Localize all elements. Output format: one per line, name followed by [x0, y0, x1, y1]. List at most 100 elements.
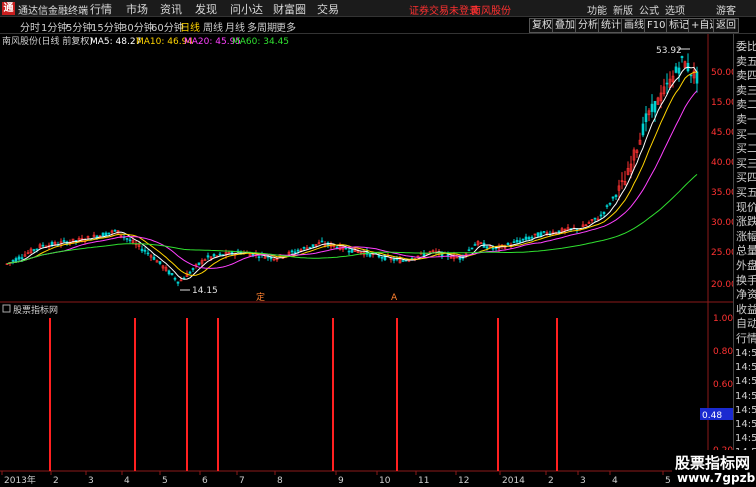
date-label: 9	[338, 476, 344, 486]
candle-body	[524, 236, 528, 240]
candle-body	[158, 261, 162, 264]
period-monthly[interactable]: 月线	[225, 19, 245, 34]
tick-time: 14:50	[735, 404, 756, 416]
quote-field-label: 现价	[736, 200, 756, 214]
quote-side-panel: 委比 卖五 卖四 卖三 卖二 卖一 买一 买二 买三 买四 买五 现价 涨跌 涨幅 总量 外盘 换手 净资 收益 自动…	[733, 34, 756, 487]
period-30min[interactable]: 30分钟	[121, 19, 154, 34]
quote-field-label: 自动	[736, 317, 756, 331]
candle-body	[350, 248, 354, 253]
candle-body	[506, 242, 510, 245]
menu-xinban[interactable]: 新版	[613, 2, 633, 17]
price-tick: 15.00	[711, 98, 733, 108]
menu-shichang[interactable]: 市场	[126, 1, 148, 17]
tick-time: 14:50	[735, 348, 756, 359]
date-label: 5	[162, 476, 168, 486]
indicator-tick: 1.00	[713, 314, 733, 324]
price-axis: 50.00 45.00 40.00 35.00 30.00 25.00 20.0…	[711, 68, 737, 290]
back-button[interactable]: 返回	[713, 18, 739, 33]
period-weekly[interactable]: 周线	[203, 19, 223, 34]
period-daily[interactable]: 日线	[180, 19, 200, 34]
quote-field-label: 换手	[736, 273, 756, 287]
candle-body	[20, 257, 24, 259]
candle-body	[50, 241, 54, 246]
ma20-line	[6, 90, 698, 269]
chart-title: 南风股份(日线 前复权)	[2, 35, 93, 47]
price-tick: 50.00	[711, 68, 733, 78]
candle-body	[467, 249, 471, 252]
date-label: 2	[53, 476, 59, 486]
menu-gongneng[interactable]: 功能	[587, 2, 607, 17]
quote-field-label: 涨幅	[736, 229, 756, 243]
candle-body	[473, 244, 477, 246]
ma5-label: MA5: 48.27	[90, 37, 141, 47]
indicator-tick: 0.60	[713, 380, 733, 390]
candle-body	[593, 217, 597, 220]
menu-gongshi[interactable]: 公式	[639, 2, 659, 17]
price-tick: 30.00	[711, 218, 733, 228]
indicator-axis: 1.00 0.80 0.60 0.40 0.20	[713, 314, 733, 456]
date-axis: 2013年 2 3 4 5 6 7 8 9 10 11 12 2014 2 3 4 5	[1, 471, 671, 486]
candle-body	[515, 239, 519, 243]
candle-body	[176, 281, 180, 284]
ma-lines-group	[6, 66, 698, 280]
candle-group	[5, 53, 699, 287]
candle-body	[218, 253, 222, 256]
tick-time: 14:50	[735, 419, 756, 430]
menu-zixun[interactable]: 资讯	[160, 1, 182, 17]
kline-chart[interactable]: 南风股份(日线 前复权) MA5: 48.27 MA10: 46.94 MA20…	[0, 34, 737, 487]
login-status[interactable]: 证券交易未登录	[409, 2, 479, 17]
candle-body	[143, 249, 147, 252]
candle-body	[32, 249, 36, 251]
indicator-title: 股票指标网	[13, 304, 58, 316]
quote-field-label: 收益	[736, 302, 756, 316]
date-label: 8	[277, 476, 283, 486]
quote-field-label: 卖四	[736, 69, 756, 83]
period-1min[interactable]: 1分钟	[41, 19, 67, 34]
menu-wenxiaoda[interactable]: 问小达	[230, 1, 263, 17]
date-label: 2	[548, 476, 554, 486]
candle-body	[605, 205, 609, 207]
quote-field-label: 买二	[736, 142, 756, 156]
period-more[interactable]: 更多	[276, 19, 296, 34]
quote-field-label: 卖一	[736, 113, 756, 126]
candle-body	[539, 232, 543, 237]
guest-label[interactable]: 游客	[716, 2, 736, 17]
period-15min[interactable]: 15分钟	[91, 19, 124, 34]
tick-time: 14:50	[735, 376, 756, 388]
candle-body	[485, 246, 489, 249]
app-logo-icon: 通	[2, 2, 15, 15]
menu-hangqing[interactable]: 行情	[90, 1, 112, 17]
candle-body	[140, 248, 144, 252]
date-label: 3	[580, 476, 586, 486]
period-60min[interactable]: 60分钟	[151, 19, 184, 34]
date-label: 12	[458, 476, 469, 486]
date-label: 2013年	[4, 474, 36, 486]
menu-faxian[interactable]: 发现	[195, 1, 217, 17]
quote-field-label: 行情	[736, 332, 756, 345]
date-label: 2014	[502, 476, 525, 486]
candle-body	[677, 67, 681, 74]
candle-body	[491, 247, 495, 250]
ma60-label: MA60: 34.45	[232, 37, 289, 47]
quote-field-label: 买一	[736, 127, 756, 141]
candle-body	[191, 268, 195, 270]
candle-body	[527, 237, 531, 240]
candle-body	[17, 256, 21, 260]
watermark-title: 股票指标网	[675, 454, 751, 472]
candle-body	[614, 194, 618, 198]
candle-body	[689, 74, 693, 77]
period-5min[interactable]: 5分钟	[66, 19, 92, 34]
menu-jiaoyi[interactable]: 交易	[317, 1, 339, 17]
menu-caifuquan[interactable]: 财富圈	[273, 1, 306, 17]
candle-body	[602, 211, 606, 215]
menu-xuanxiang[interactable]: 选项	[665, 2, 685, 17]
period-multi[interactable]: 多周期	[247, 19, 277, 34]
candle-body	[401, 260, 405, 262]
f10-button[interactable]: F10	[644, 18, 669, 33]
price-tick: 40.00	[711, 158, 733, 168]
period-fenshi[interactable]: 分时	[20, 19, 40, 34]
candle-body	[608, 202, 612, 205]
candle-body	[611, 196, 615, 199]
candle-body	[290, 250, 294, 253]
indicator-current-value: 0.48	[702, 411, 722, 421]
